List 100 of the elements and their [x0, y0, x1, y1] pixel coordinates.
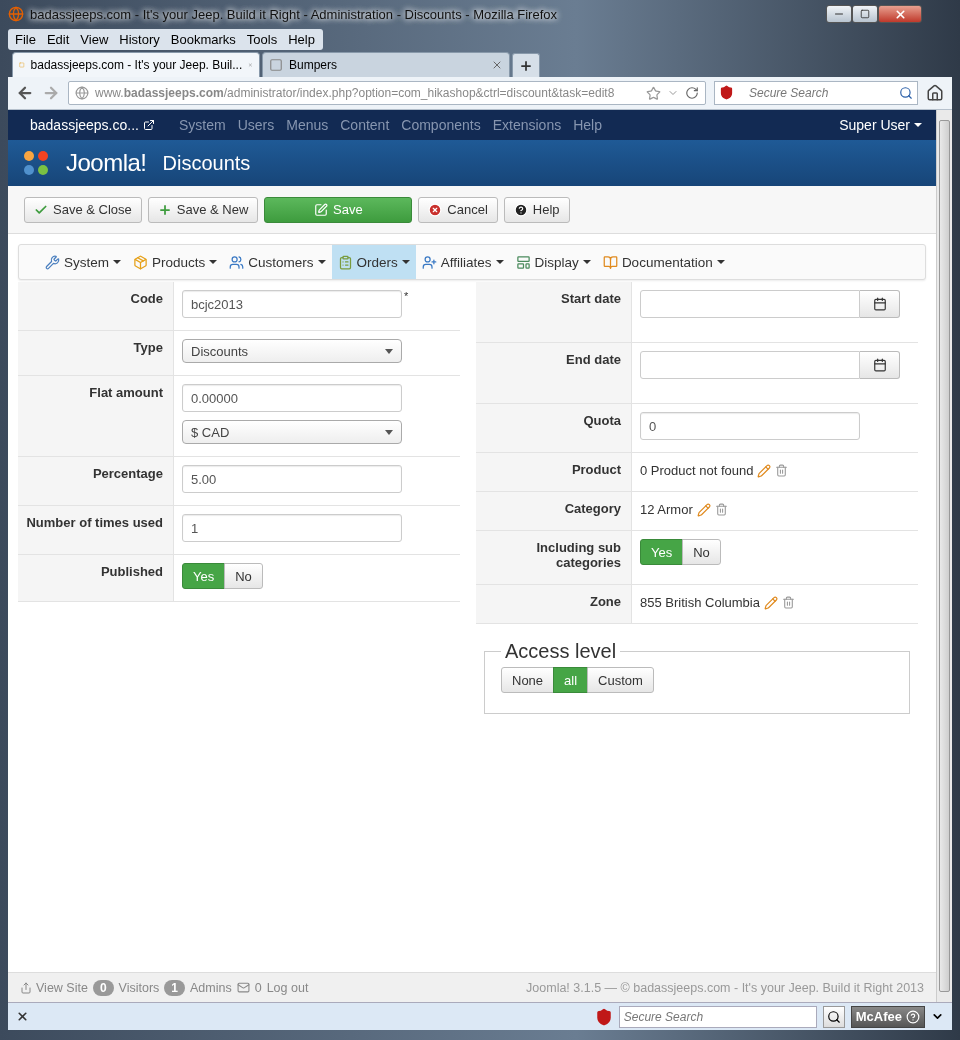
reload-icon[interactable]	[685, 86, 699, 100]
back-icon	[16, 84, 34, 102]
calendar-button[interactable]	[860, 351, 900, 379]
share-icon	[20, 981, 32, 994]
text-input[interactable]: 1	[182, 514, 402, 542]
close-icon[interactable]	[16, 1010, 29, 1023]
star-icon[interactable]	[646, 85, 661, 101]
search-field[interactable]: Secure Search	[618, 1005, 817, 1028]
scrollbar[interactable]	[936, 110, 952, 1002]
caret-icon	[385, 429, 393, 435]
text-input[interactable]: 0.00000	[182, 384, 402, 412]
user-menu[interactable]: Super User	[839, 117, 922, 133]
field-label: Number of times used	[18, 506, 174, 554]
caret-icon	[385, 348, 393, 354]
field-label: Zone	[476, 585, 632, 623]
pencil-icon[interactable]	[696, 502, 711, 517]
plus-icon	[157, 202, 172, 217]
select-field[interactable]: $ CAD	[182, 420, 402, 444]
panel-legend: Access level	[501, 640, 621, 663]
menu-item[interactable]: Help	[283, 30, 321, 48]
field-label: Including sub categories	[476, 531, 632, 584]
caret-icon	[716, 260, 725, 264]
field-label: End date	[476, 343, 632, 403]
toolbar-button[interactable]: Cancel	[418, 196, 498, 223]
home-button[interactable]	[926, 84, 944, 102]
select-field[interactable]: Discounts	[182, 339, 402, 363]
admin-nav-item[interactable]: Help	[567, 117, 608, 133]
text-input[interactable]: 5.00	[182, 465, 402, 493]
submenu-item[interactable]: System	[39, 245, 127, 279]
count-badge: 1	[164, 979, 186, 996]
calendar-icon	[872, 297, 887, 311]
clipboard-icon	[337, 254, 353, 270]
trash-icon[interactable]	[714, 503, 728, 516]
close-button[interactable]	[878, 5, 922, 23]
submenu-item[interactable]: Documentation	[596, 245, 731, 279]
brand-button[interactable]: McAfee	[850, 1005, 925, 1028]
users-icon	[229, 254, 245, 270]
search-button[interactable]	[822, 1005, 845, 1028]
date-input[interactable]	[640, 351, 860, 379]
admin-nav-item[interactable]: Extensions	[486, 117, 568, 133]
close-tab-icon[interactable]	[491, 59, 503, 71]
trash-icon[interactable]	[781, 596, 795, 609]
toggle-option[interactable]: No	[682, 539, 721, 565]
toolbar-button[interactable]: Save & New	[147, 196, 259, 223]
toggle-option[interactable]: No	[224, 563, 263, 589]
maximize-button[interactable]	[852, 5, 878, 23]
home-icon	[926, 84, 944, 102]
browser-tab[interactable]: Bumpers	[262, 52, 510, 77]
browser-tab[interactable]: badassjeeps.com - It's your Jeep. Buil...	[12, 52, 260, 77]
search-icon[interactable]	[899, 86, 913, 100]
back-button[interactable]	[16, 84, 34, 102]
menu-item[interactable]: Edit	[41, 30, 76, 48]
submenu-item[interactable]: Products	[127, 245, 224, 279]
layout-icon	[515, 254, 531, 270]
minimize-button[interactable]	[826, 5, 852, 23]
trash-icon[interactable]	[775, 464, 789, 477]
admin-nav-item[interactable]: Components	[395, 117, 487, 133]
submenu-item[interactable]: Affiliates	[415, 245, 510, 279]
toggle-option[interactable]: Custom	[587, 667, 654, 693]
window-title: badassjeeps.com - It's your Jeep. Build it Right - Administration - Discounts - Mozilla Firefox	[30, 6, 558, 22]
forward-icon	[42, 84, 60, 102]
toggle-option[interactable]: None	[501, 667, 555, 693]
admin-nav-item[interactable]: Content	[334, 117, 396, 133]
admin-nav-item[interactable]: System	[172, 117, 232, 133]
menu-item[interactable]: View	[75, 30, 115, 48]
menu-item[interactable]: Tools	[241, 30, 284, 48]
required-mark: *	[404, 290, 409, 302]
submenu-item[interactable]: Orders	[331, 245, 416, 279]
field-label: Percentage	[18, 457, 174, 505]
site-link[interactable]: badassjeeps.co...	[30, 117, 155, 133]
pencil-icon[interactable]	[763, 595, 778, 610]
search-field[interactable]: Secure Search	[714, 81, 918, 105]
mail-icon	[236, 981, 250, 994]
admin-nav-item[interactable]: Menus	[280, 117, 335, 133]
caret-icon	[914, 123, 922, 127]
shield-icon[interactable]	[719, 85, 734, 100]
field-label: Code	[18, 282, 174, 330]
toolbar-button[interactable]: Save & Close	[24, 196, 142, 223]
menu-item[interactable]: History	[114, 30, 166, 48]
calendar-button[interactable]	[860, 290, 900, 318]
new-tab-button[interactable]	[512, 53, 540, 77]
caret-icon	[209, 260, 218, 264]
submenu-item[interactable]: Customers	[223, 245, 332, 279]
maximize-icon	[860, 9, 870, 19]
date-input[interactable]	[640, 290, 860, 318]
page-title: Discounts	[162, 151, 251, 175]
admin-nav-item[interactable]: Users	[231, 117, 281, 133]
url-field[interactable]: www.badassjeeps.com/administrator/index.php?option=com_hikashop&ctrl=discount&task=edit8	[68, 81, 706, 105]
toolbar-button[interactable]: Help	[503, 196, 570, 223]
shield-icon	[594, 1007, 613, 1026]
text-input[interactable]: bcjc2013	[182, 290, 402, 318]
submenu-item[interactable]: Display	[509, 245, 597, 279]
edit-icon	[314, 202, 328, 217]
text-input[interactable]: 0	[640, 412, 860, 440]
copyright-text: Joomla! 3.1.5 — © badassjeeps.com - It's your Jeep. Build it Right 2013	[526, 980, 924, 995]
tab-favicon-icon	[269, 58, 283, 72]
menu-item[interactable]: File	[10, 30, 42, 48]
menu-item[interactable]: Bookmarks	[165, 30, 242, 48]
link-value: 855 British Columbia	[640, 595, 760, 610]
pencil-icon[interactable]	[757, 463, 772, 478]
